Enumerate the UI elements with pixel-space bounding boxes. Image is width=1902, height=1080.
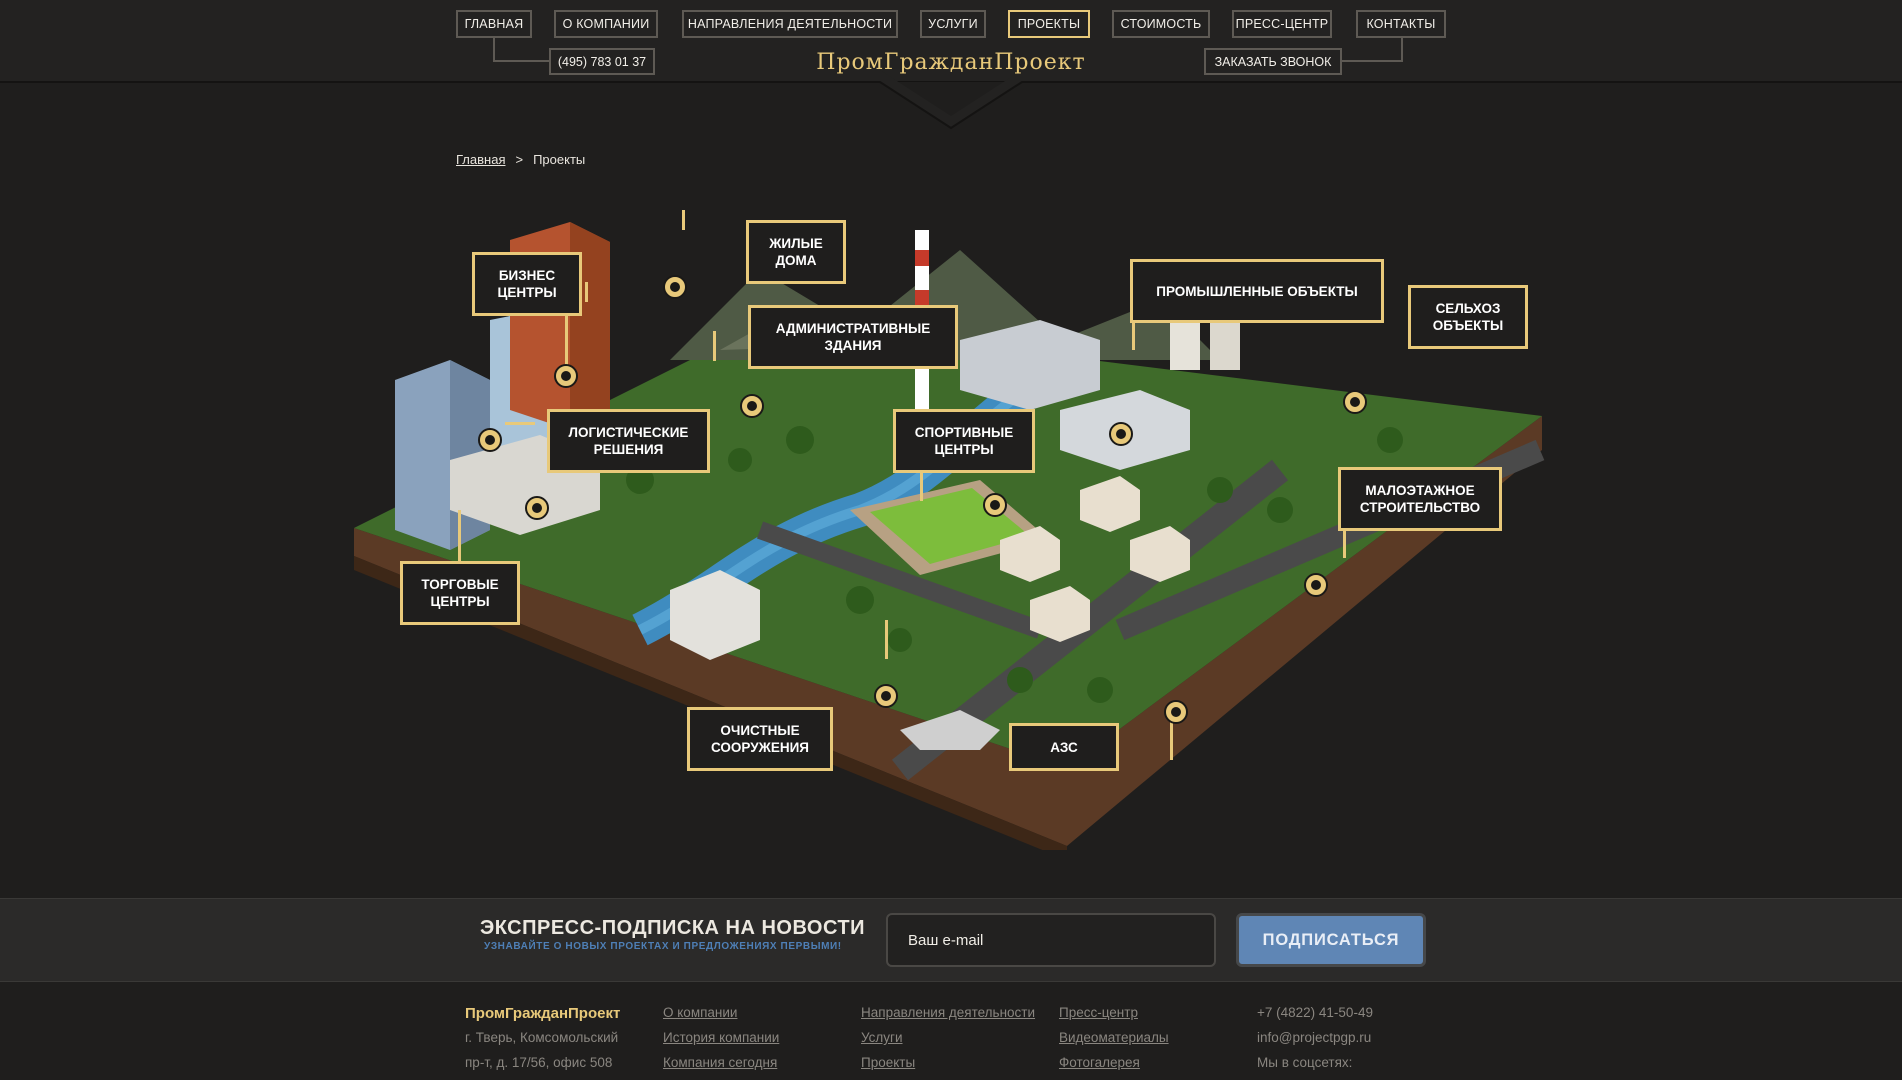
subscribe-button[interactable]: ПОДПИСАТЬСЯ: [1236, 913, 1426, 967]
hotspot-administrative[interactable]: [740, 394, 764, 418]
category-agricultural[interactable]: СЕЛЬХОЗ ОБЪЕКТЫ: [1408, 285, 1528, 349]
footer-link-projects[interactable]: Проекты: [861, 1055, 915, 1070]
subscribe-bar: ЭКСПРЕСС-ПОДПИСКА НА НОВОСТИ УЗНАВАЙТЕ О…: [0, 898, 1902, 982]
footer-link-photo[interactable]: Фотогалерея: [1059, 1055, 1140, 1070]
category-gas-station[interactable]: АЗС: [1009, 723, 1119, 771]
nav-connector-line: [1340, 60, 1402, 62]
site-logo[interactable]: ПромГражданПроект: [755, 50, 1147, 76]
connector-line: [682, 210, 685, 230]
nav-item-projects[interactable]: ПРОЕКТЫ: [1008, 10, 1090, 38]
connector-line: [920, 473, 923, 501]
footer-link-video[interactable]: Видеоматериалы: [1059, 1030, 1169, 1045]
subscribe-subtitle: УЗНАВАЙТЕ О НОВЫХ ПРОЕКТАХ И ПРЕДЛОЖЕНИЯ…: [484, 941, 842, 952]
hotspot-low-rise[interactable]: [1304, 573, 1328, 597]
connector-line: [1132, 320, 1135, 350]
footer-link-press[interactable]: Пресс-центр: [1059, 1005, 1138, 1020]
footer-link-services[interactable]: Услуги: [861, 1030, 903, 1045]
nav-item-contacts[interactable]: КОНТАКТЫ: [1356, 10, 1446, 38]
connector-line: [713, 331, 716, 361]
breadcrumb-current: Проекты: [533, 152, 586, 167]
footer-social-label: Мы в соцсетях:: [1257, 1055, 1353, 1070]
category-sports[interactable]: СПОРТИВНЫЕ ЦЕНТРЫ: [893, 409, 1035, 473]
connector-line: [885, 620, 888, 659]
hotspot-business-centers[interactable]: [554, 364, 578, 388]
connector-line: [458, 510, 461, 562]
category-residential[interactable]: ЖИЛЫЕ ДОМА: [746, 220, 846, 284]
projects-map: БИЗНЕС ЦЕНТРЫ ЖИЛЫЕ ДОМА АДМИНИСТРАТИВНЫ…: [340, 210, 1570, 850]
connector-line: [585, 282, 588, 302]
footer: ПромГражданПроект г. Тверь, Комсомольски…: [0, 983, 1902, 1080]
nav-item-press[interactable]: ПРЕСС-ЦЕНТР: [1232, 10, 1332, 38]
nav-item-directions[interactable]: НАПРАВЛЕНИЯ ДЕЯТЕЛЬНОСТИ: [682, 10, 898, 38]
hotspot-shopping[interactable]: [525, 496, 549, 520]
category-administrative[interactable]: АДМИНИСТРАТИВНЫЕ ЗДАНИЯ: [748, 305, 958, 369]
callback-button[interactable]: ЗАКАЗАТЬ ЗВОНОК: [1204, 48, 1342, 75]
footer-email: info@projectpgp.ru: [1257, 1030, 1372, 1045]
footer-link-directions[interactable]: Направления деятельности: [861, 1005, 1035, 1020]
footer-link-today[interactable]: Компания сегодня: [663, 1055, 777, 1070]
footer-address-line: г. Тверь, Комсомольский: [465, 1030, 619, 1045]
footer-link-history[interactable]: История компании: [663, 1030, 779, 1045]
breadcrumb-separator: >: [515, 152, 524, 167]
category-logistics[interactable]: ЛОГИСТИЧЕСКИЕ РЕШЕНИЯ: [547, 409, 710, 473]
hotspot-sports[interactable]: [983, 493, 1007, 517]
nav-connector-line: [1401, 38, 1403, 62]
breadcrumb-home-link[interactable]: Главная: [456, 152, 505, 167]
hotspot-industrial[interactable]: [1109, 422, 1133, 446]
footer-phone: +7 (4822) 41-50-49: [1257, 1005, 1373, 1020]
category-treatment[interactable]: ОЧИСТНЫЕ СООРУЖЕНИЯ: [687, 707, 833, 771]
subscribe-title: ЭКСПРЕСС-ПОДПИСКА НА НОВОСТИ: [480, 917, 866, 939]
nav-item-pricing[interactable]: СТОИМОСТЬ: [1112, 10, 1210, 38]
footer-link-about[interactable]: О компании: [663, 1005, 737, 1020]
hotspot-gas-station[interactable]: [1164, 700, 1188, 724]
connector-line: [1170, 718, 1173, 760]
category-industrial[interactable]: ПРОМЫШЛЕННЫЕ ОБЪЕКТЫ: [1130, 259, 1384, 323]
footer-brand: ПромГражданПроект: [465, 1005, 621, 1022]
category-business-centers[interactable]: БИЗНЕС ЦЕНТРЫ: [472, 252, 582, 316]
nav-item-services[interactable]: УСЛУГИ: [920, 10, 986, 38]
email-field[interactable]: [886, 913, 1216, 967]
footer-address-line: пр-т, д. 17/56, офис 508: [465, 1055, 613, 1070]
nav-connector-line: [493, 38, 495, 62]
category-shopping[interactable]: ТОРГОВЫЕ ЦЕНТРЫ: [400, 561, 520, 625]
nav-item-about[interactable]: О КОМПАНИИ: [554, 10, 658, 38]
connector-line: [505, 422, 535, 425]
hotspot-logistics[interactable]: [478, 428, 502, 452]
nav-connector-line: [493, 60, 555, 62]
hotspot-treatment[interactable]: [874, 684, 898, 708]
header-phone: (495) 783 01 37: [549, 48, 655, 75]
hotspot-residential[interactable]: [663, 275, 687, 299]
category-low-rise[interactable]: МАЛОЭТАЖНОЕ СТРОИТЕЛЬСТВО: [1338, 467, 1502, 531]
breadcrumb: Главная > Проекты: [456, 152, 585, 167]
hotspot-agricultural[interactable]: [1343, 390, 1367, 414]
nav-item-home[interactable]: ГЛАВНАЯ: [456, 10, 532, 38]
